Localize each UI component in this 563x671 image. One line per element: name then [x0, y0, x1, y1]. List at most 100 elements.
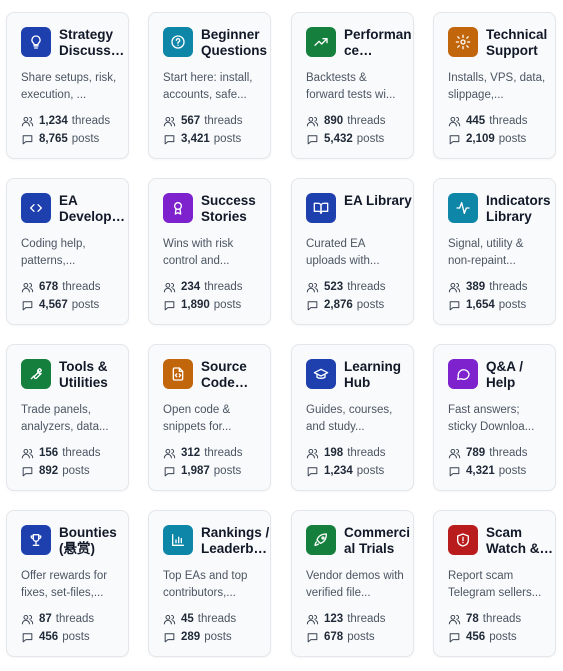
category-description: Wins with risk control and...: [163, 238, 234, 267]
card-header: Strategy Discussion: [21, 27, 128, 61]
users-icon: [306, 116, 319, 126]
card-header: Tools & Utilities: [21, 359, 128, 393]
category-card-ea-development[interactable]: EA Development Coding help, patterns,... 6…: [6, 178, 129, 325]
thread-count-value: 234: [181, 281, 201, 293]
card-header: Beginner Questions: [163, 27, 270, 61]
category-card-q-a-help[interactable]: Q&A / Help Fast answers; sticky Downloa..…: [433, 344, 556, 491]
thread-count: 890 threads: [306, 112, 413, 130]
thread-count: 678 threads: [21, 278, 128, 296]
category-card-strategy-discussion[interactable]: Strategy Discussion Share setups, risk, e…: [6, 12, 129, 159]
book-icon: [306, 193, 336, 223]
category-card-success-stories[interactable]: Success Stories Wins with risk control an…: [148, 178, 271, 325]
category-description: Open code & snippets for...: [163, 404, 232, 433]
category-title[interactable]: Rankings / Leaderboards: [201, 525, 270, 557]
post-count-value: 1,890: [181, 299, 210, 311]
category-card-bounties[interactable]: Bounties (悬赏) Offer rewards for fixes, se…: [6, 510, 129, 657]
thread-count-value: 312: [181, 447, 201, 459]
category-title[interactable]: EA Development: [59, 193, 128, 225]
thread-count-label: threads: [489, 447, 528, 459]
users-icon: [21, 614, 34, 624]
category-title[interactable]: Indicators Library: [486, 193, 555, 225]
category-title[interactable]: Success Stories: [201, 193, 270, 225]
category-title[interactable]: Strategy Discussion: [59, 27, 128, 59]
users-icon: [448, 282, 461, 292]
category-description: Top EAs and top contributors,...: [163, 570, 248, 599]
message-square-icon: [22, 632, 33, 642]
thread-count: 567 threads: [163, 112, 270, 130]
post-count-value: 1,234: [324, 465, 353, 477]
category-description: Guides, courses, and study...: [306, 404, 393, 433]
post-count: 4,567 posts: [21, 296, 128, 314]
users-icon: [163, 448, 176, 458]
post-count-value: 5,432: [324, 133, 353, 145]
thread-count: 87 threads: [21, 610, 128, 628]
thread-count-label: threads: [55, 613, 95, 625]
thread-count: 312 threads: [163, 444, 270, 462]
category-title[interactable]: Technical Support: [486, 27, 555, 59]
category-description: Offer rewards for fixes, set-files,...: [21, 570, 108, 599]
post-count: 2,876 posts: [306, 296, 413, 314]
message-square-icon: [164, 134, 175, 144]
trend-up-icon: [306, 27, 336, 57]
category-title[interactable]: Performance Reports: [344, 27, 413, 59]
category-card-ea-library[interactable]: EA Library Curated EA uploads with... 523 t…: [291, 178, 414, 325]
thread-count-label: threads: [71, 115, 111, 127]
post-count-label: posts: [204, 631, 232, 643]
post-count: 1,654 posts: [448, 296, 555, 314]
category-card-indicators-library[interactable]: Indicators Library Signal, utility & non-…: [433, 178, 556, 325]
category-description: Share setups, risk, execution, ...: [21, 72, 117, 101]
message-square-icon: [307, 466, 318, 476]
category-title[interactable]: Tools & Utilities: [59, 359, 128, 391]
category-card-learning-hub[interactable]: Learning Hub Guides, courses, and study..…: [291, 344, 414, 491]
thread-count-label: threads: [347, 281, 386, 293]
category-title[interactable]: Commercial Trials: [344, 525, 413, 557]
post-count: 289 posts: [163, 628, 270, 646]
card-header: Technical Support: [448, 27, 555, 61]
post-count: 8,765 posts: [21, 130, 128, 148]
category-title[interactable]: Learning Hub: [344, 359, 413, 391]
post-count-value: 678: [324, 631, 344, 643]
category-card-source-code-sharing[interactable]: Source Code Sharing Open code & snippets …: [148, 344, 271, 491]
category-description: Curated EA uploads with...: [306, 238, 380, 267]
post-count-value: 892: [39, 465, 59, 477]
post-count-value: 3,421: [181, 133, 210, 145]
thread-count: 78 threads: [448, 610, 555, 628]
category-card-scam-watch-alerts[interactable]: Scam Watch & Alerts Report scam Telegram …: [433, 510, 556, 657]
graduation-cap-icon: [306, 359, 336, 389]
message-square-icon: [22, 134, 33, 144]
post-count-value: 4,567: [39, 299, 68, 311]
category-card-performance-reports[interactable]: Performance Reports Backtests & forward t…: [291, 12, 414, 159]
category-title[interactable]: Beginner Questions: [201, 27, 270, 59]
post-count-value: 4,321: [466, 465, 495, 477]
bulb-icon: [21, 27, 51, 57]
category-description: Report scam Telegram sellers...: [448, 570, 542, 599]
thread-count: 198 threads: [306, 444, 413, 462]
file-code-icon: [163, 359, 193, 389]
category-card-beginner-questions[interactable]: Beginner Questions Start here: install, a…: [148, 12, 271, 159]
post-count: 3,421 posts: [163, 130, 270, 148]
thread-count: 234 threads: [163, 278, 270, 296]
category-description: Coding help, patterns,...: [21, 238, 86, 267]
category-title[interactable]: Bounties (悬赏): [59, 525, 128, 557]
message-square-icon: [307, 300, 318, 310]
category-card-tools-utilities[interactable]: Tools & Utilities Trade panels, analyzers…: [6, 344, 129, 491]
post-count: 1,890 posts: [163, 296, 270, 314]
thread-count-label: threads: [62, 447, 101, 459]
rocket-icon: [306, 525, 336, 555]
post-count-label: posts: [356, 465, 385, 477]
category-title[interactable]: Q&A / Help: [486, 359, 555, 391]
message-square-icon: [164, 466, 175, 476]
category-title[interactable]: EA Library: [344, 193, 413, 225]
message-square-icon: [449, 300, 460, 310]
category-title[interactable]: Source Code Sharing: [201, 359, 270, 391]
card-header: Rankings / Leaderboards: [163, 525, 270, 559]
post-count-value: 456: [466, 631, 486, 643]
category-card-technical-support[interactable]: Technical Support Installs, VPS, data, sl…: [433, 12, 556, 159]
users-icon: [448, 448, 461, 458]
category-card-rankings-leaderboards[interactable]: Rankings / Leaderboards Top EAs and top c…: [148, 510, 271, 657]
post-count-label: posts: [213, 465, 242, 477]
category-title[interactable]: Scam Watch & Alerts: [486, 525, 555, 557]
trophy-icon: [21, 525, 51, 555]
category-card-commercial-trials[interactable]: Commercial Trials Vendor demos with verif…: [291, 510, 414, 657]
bar-chart-icon: [163, 525, 193, 555]
